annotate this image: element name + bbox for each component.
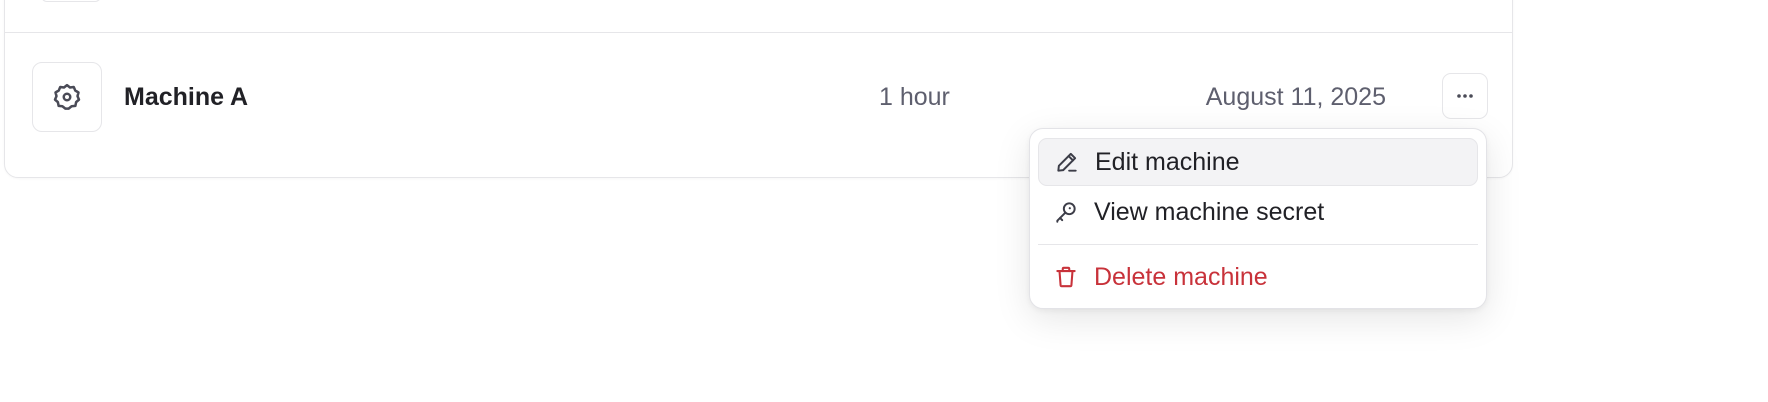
key-icon — [1053, 199, 1079, 225]
menu-item-view-machine-secret[interactable]: View machine secret — [1038, 188, 1478, 236]
ellipsis-icon — [1457, 94, 1473, 98]
menu-item-label: Delete machine — [1094, 262, 1268, 291]
menu-item-label: Edit machine — [1095, 147, 1240, 176]
created-date: August 11, 2025 — [1205, 83, 1386, 111]
menu-item-label: View machine secret — [1094, 197, 1325, 226]
trash-icon — [1053, 264, 1079, 290]
machines-page: Machine A 1 hour August 11, 2025 Edit ma… — [0, 0, 1768, 402]
menu-item-delete-machine[interactable]: Delete machine — [1038, 253, 1478, 301]
machine-avatar — [32, 62, 102, 132]
menu-separator — [1038, 244, 1478, 245]
row-divider — [5, 32, 1512, 33]
machine-actions-menu: Edit machine View machine secret Delete … — [1029, 128, 1487, 309]
pencil-icon — [1054, 149, 1080, 175]
machine-row[interactable]: Machine A 1 hour August 11, 2025 — [5, 61, 1512, 133]
previous-row-icon-box — [41, 0, 101, 2]
menu-item-edit-machine[interactable]: Edit machine — [1038, 138, 1478, 186]
gear-icon — [53, 83, 81, 110]
token-lifetime: 1 hour — [879, 83, 950, 111]
more-actions-button[interactable] — [1442, 73, 1488, 119]
machine-name: Machine A — [124, 83, 249, 111]
